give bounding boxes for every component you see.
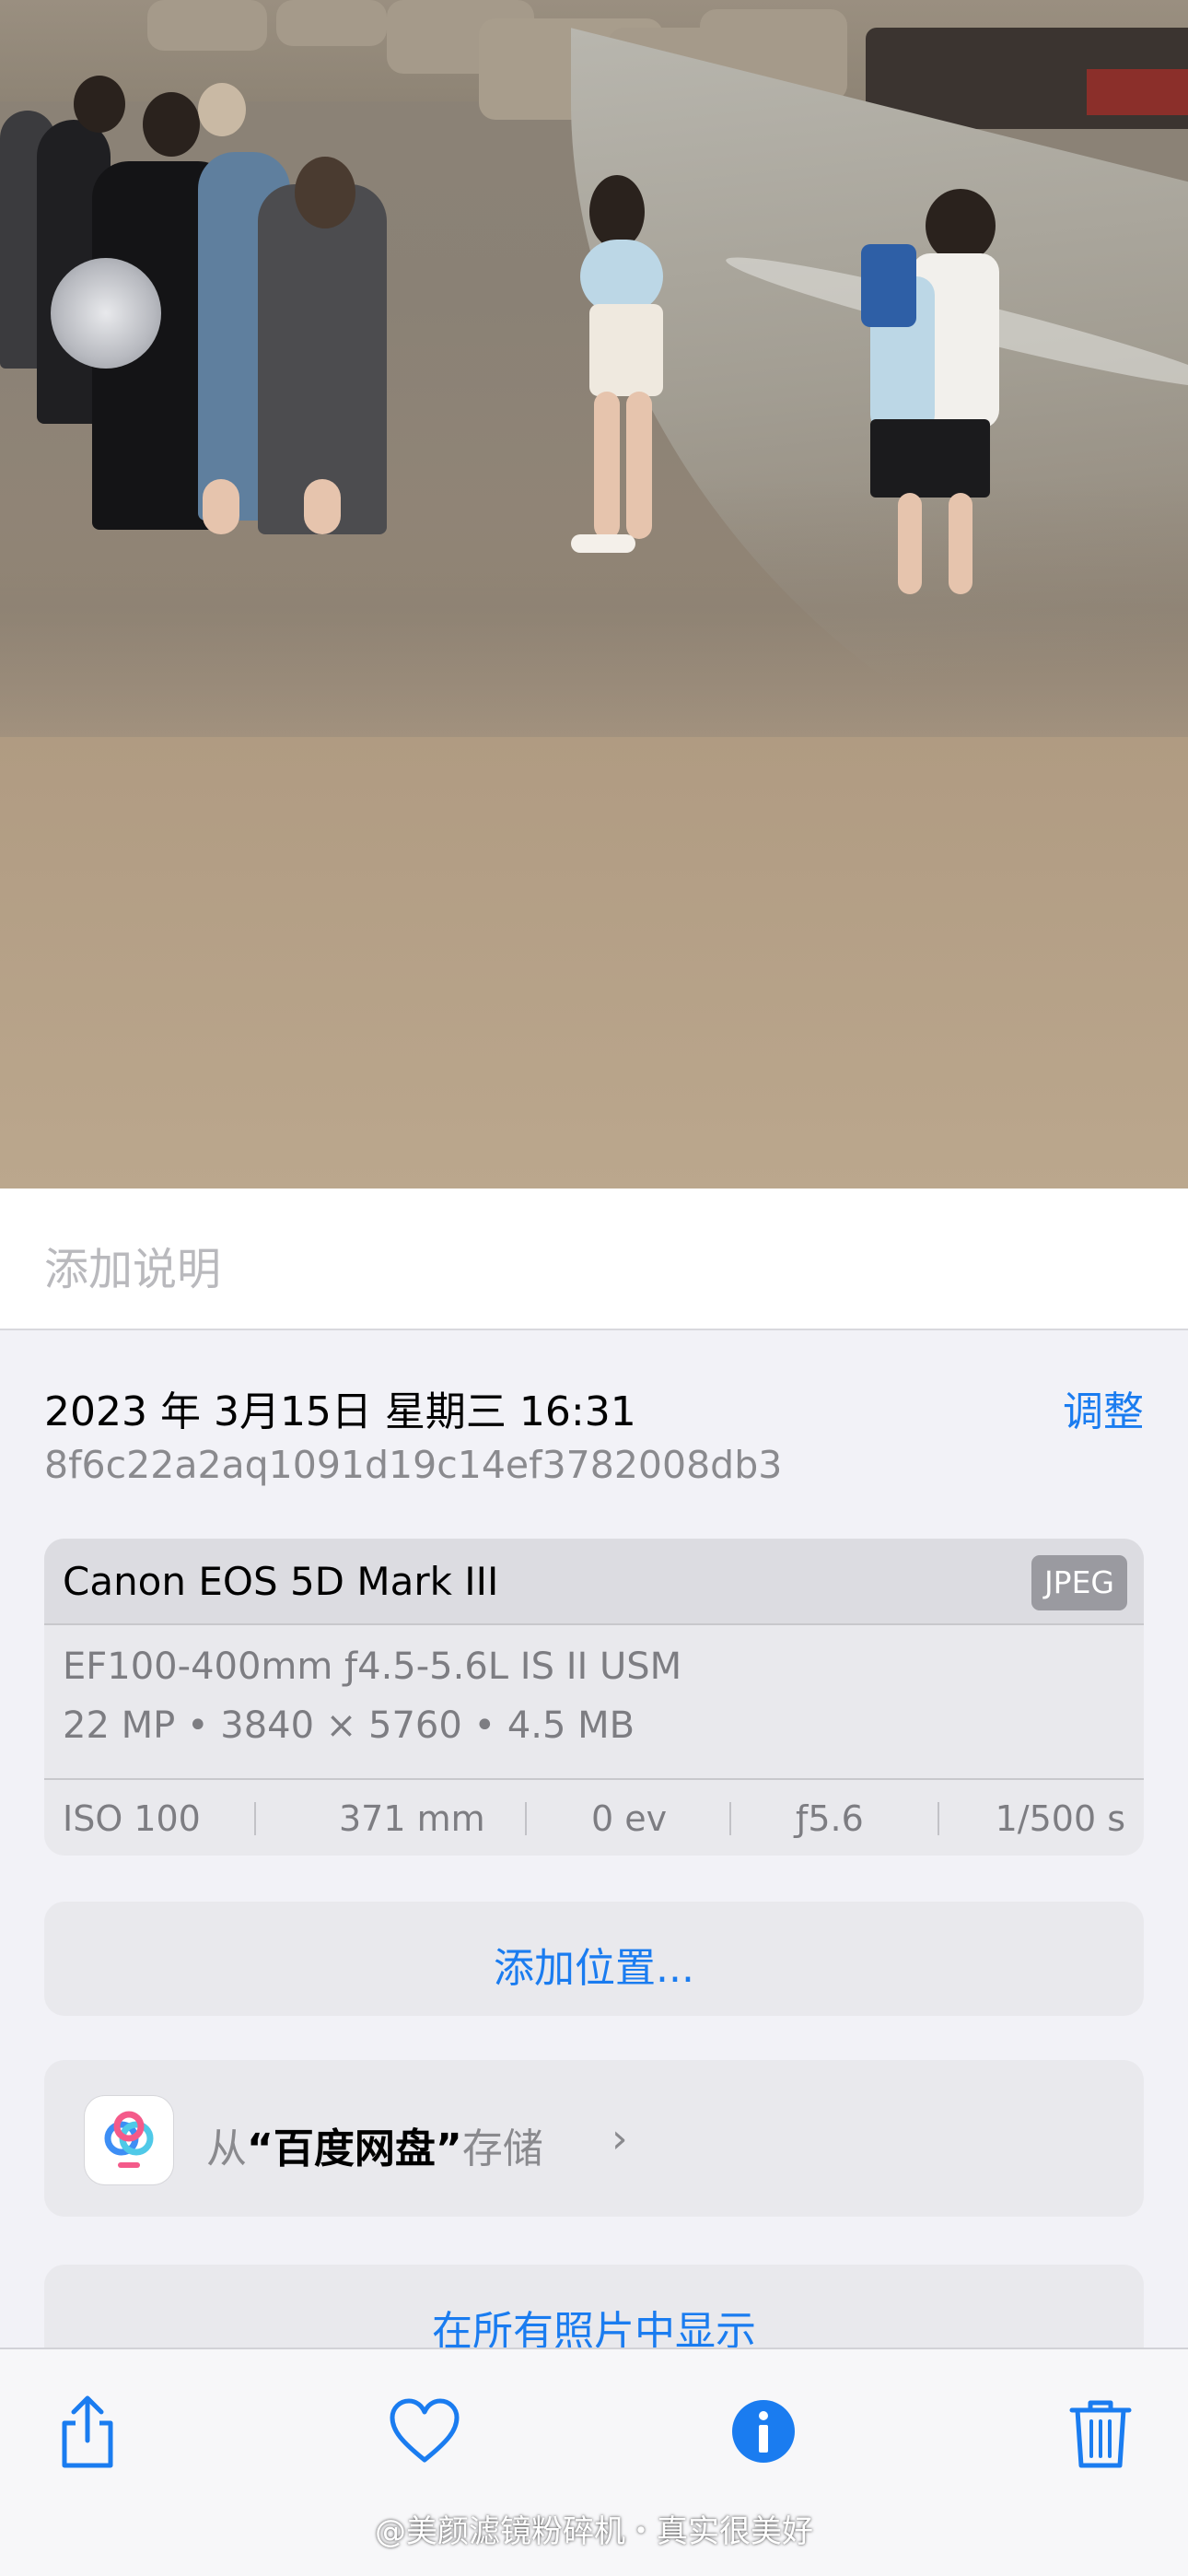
photo[interactable]: [0, 0, 1188, 1188]
rock: [276, 0, 387, 46]
exif-separator: [729, 1802, 731, 1835]
saved-from-app-row[interactable]: 从“百度网盘”存储 ›: [44, 2060, 1144, 2217]
watermark: @美颜滤镜粉碎机・真实很美好: [375, 2513, 813, 2550]
exif-separator: [938, 1802, 939, 1835]
info-icon[interactable]: [722, 2390, 805, 2473]
exif-exposure-value: 0 ev: [591, 1798, 668, 1839]
camera-model: Canon EOS 5D Mark III: [63, 1559, 499, 1604]
exif-shutter-speed: 1/500 s: [995, 1798, 1125, 1839]
saved-from-text: 从“百度网盘”存储: [206, 2125, 543, 2172]
exif-aperture: ƒ5.6: [796, 1798, 864, 1839]
adjust-button[interactable]: 调整: [1063, 1378, 1144, 1437]
baidu-netdisk-icon: [85, 2096, 173, 2184]
exif-separator: [525, 1802, 527, 1835]
camera-info-card: Canon EOS 5D Mark III JPEG EF100-400mm ƒ…: [44, 1539, 1144, 1856]
caption-placeholder[interactable]: 添加说明: [44, 1233, 221, 1297]
dry-sand: [0, 737, 1188, 1188]
exif-focal-length: 371 mm: [339, 1798, 485, 1839]
add-location-button[interactable]: 添加位置...: [44, 1902, 1144, 2016]
heart-icon[interactable]: [383, 2390, 466, 2473]
camera-card-header: Canon EOS 5D Mark III JPEG: [44, 1539, 1144, 1625]
photo-datetime: 2023 年 3月15日 星期三 16:31: [44, 1388, 636, 1435]
exif-iso: ISO 100: [63, 1798, 201, 1839]
exif-row: ISO 100 371 mm 0 ev ƒ5.6 1/500 s: [44, 1778, 1144, 1856]
reflector-disc: [51, 258, 161, 369]
boat-red-part: [1087, 69, 1188, 115]
rock: [147, 0, 267, 51]
format-badge: JPEG: [1031, 1555, 1127, 1610]
chevron-right-icon: ›: [611, 2115, 628, 2162]
trash-icon[interactable]: [1059, 2390, 1142, 2473]
image-specs: 22 MP • 3840 × 5760 • 4.5 MB: [63, 1704, 635, 1747]
share-icon[interactable]: [46, 2390, 129, 2473]
exif-separator: [254, 1802, 256, 1835]
lens-info: EF100-400mm ƒ4.5-5.6L IS II USM: [63, 1645, 682, 1688]
add-location-label[interactable]: 添加位置...: [44, 1935, 1144, 1994]
caption-area[interactable]: 添加说明: [0, 1188, 1188, 1330]
photo-filename: 8f6c22a2aq1091d19c14ef3782008db3: [44, 1443, 783, 1487]
